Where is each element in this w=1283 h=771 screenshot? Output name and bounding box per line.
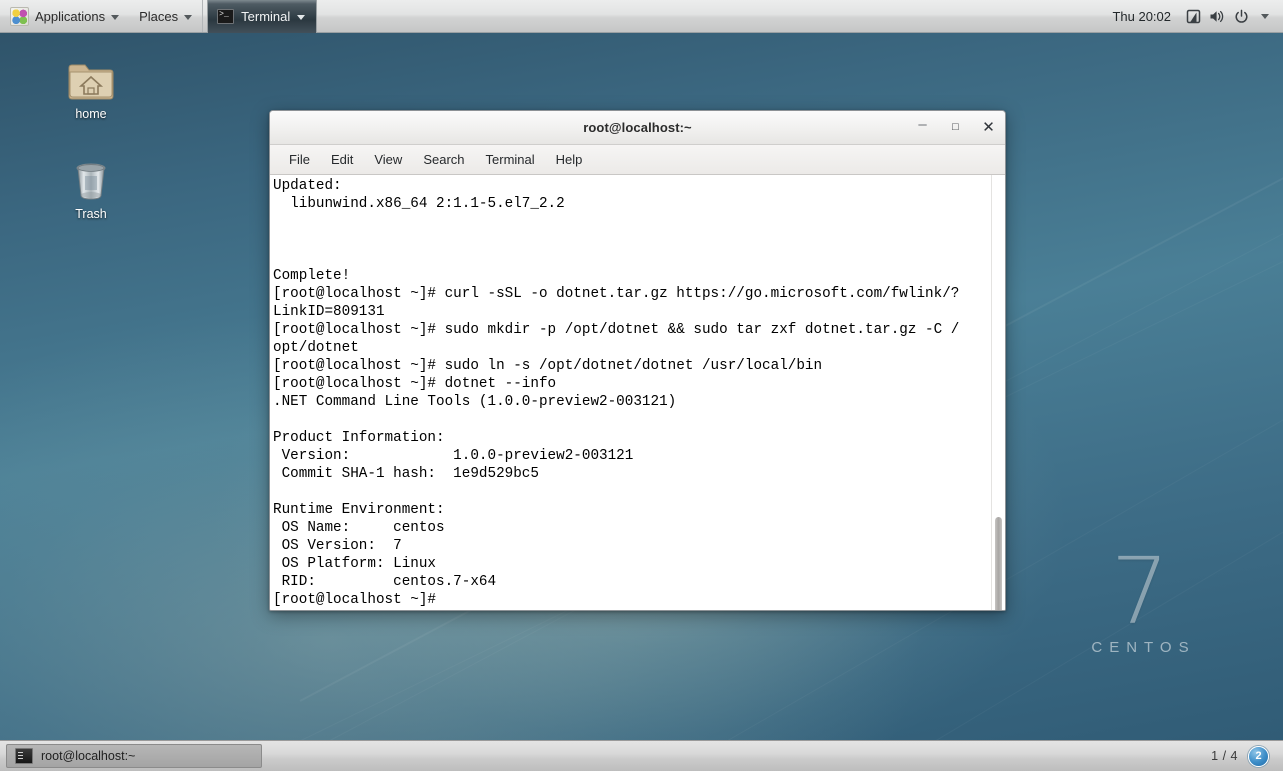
terminal-icon <box>15 748 33 764</box>
menu-search[interactable]: Search <box>414 149 473 170</box>
desktop-icon-label: Trash <box>75 207 107 221</box>
maximize-button[interactable]: □ <box>947 119 964 136</box>
power-icon[interactable] <box>1230 5 1252 27</box>
taskbar-item-terminal[interactable]: root@localhost:~ <box>6 744 262 768</box>
workspace-switcher[interactable]: 1 / 4 <box>1211 749 1238 763</box>
window-controls: – □ ✕ <box>914 111 997 144</box>
places-menu[interactable]: Places <box>129 0 204 32</box>
chevron-down-icon[interactable] <box>1254 5 1276 27</box>
applications-menu[interactable]: Applications <box>0 0 129 32</box>
minimize-button[interactable]: – <box>914 116 931 140</box>
menu-terminal[interactable]: Terminal <box>477 149 544 170</box>
close-button[interactable]: ✕ <box>980 119 997 136</box>
window-titlebar[interactable]: root@localhost:~ – □ ✕ <box>270 111 1005 145</box>
desktop-icon-home[interactable]: home <box>48 52 134 121</box>
window-title: root@localhost:~ <box>583 120 692 135</box>
applications-menu-label: Applications <box>35 8 106 24</box>
display-icon[interactable] <box>1182 5 1204 27</box>
menu-edit[interactable]: Edit <box>322 149 362 170</box>
menu-view[interactable]: View <box>365 149 411 170</box>
taskbar-item-label: root@localhost:~ <box>41 749 136 763</box>
desktop-screen: 7 CENTOS home Trash root@localhost:~ – □… <box>0 0 1283 771</box>
active-window-menu[interactable]: Terminal <box>207 0 318 33</box>
notification-badge[interactable]: 2 <box>1248 745 1269 767</box>
menu-file[interactable]: File <box>280 149 319 170</box>
active-window-label: Terminal <box>241 9 291 24</box>
chevron-down-icon <box>184 14 193 20</box>
scrollbar-thumb[interactable] <box>995 517 1002 610</box>
terminal-output[interactable]: Updated: libunwind.x86_64 2:1.1-5.el7_2.… <box>270 175 991 610</box>
desktop-icon-label: home <box>75 107 107 121</box>
chevron-down-icon <box>297 15 306 20</box>
terminal-menubar: File Edit View Search Terminal Help <box>270 145 1005 175</box>
panel-status-area: Thu 20:02 <box>1103 0 1283 32</box>
chevron-down-icon <box>111 14 120 20</box>
trash-bin-icon <box>48 152 134 202</box>
places-menu-label: Places <box>139 8 179 24</box>
clock[interactable]: Thu 20:02 <box>1103 9 1180 24</box>
terminal-icon <box>217 8 235 24</box>
volume-icon[interactable] <box>1206 5 1228 27</box>
workspace-area: 1 / 4 2 <box>1211 745 1277 767</box>
terminal-scrollbar[interactable] <box>991 175 1005 610</box>
top-panel: Applications Places Terminal Thu 20:02 <box>0 0 1283 33</box>
bottom-panel: root@localhost:~ 1 / 4 2 <box>0 740 1283 771</box>
desktop-icon-trash[interactable]: Trash <box>48 152 134 221</box>
centos-logo-icon <box>10 6 29 26</box>
menu-help[interactable]: Help <box>547 149 592 170</box>
terminal-window[interactable]: root@localhost:~ – □ ✕ File Edit View Se… <box>269 110 1006 611</box>
panel-spacer <box>317 0 1103 32</box>
terminal-body[interactable]: Updated: libunwind.x86_64 2:1.1-5.el7_2.… <box>270 175 1005 610</box>
home-folder-icon <box>48 52 134 102</box>
